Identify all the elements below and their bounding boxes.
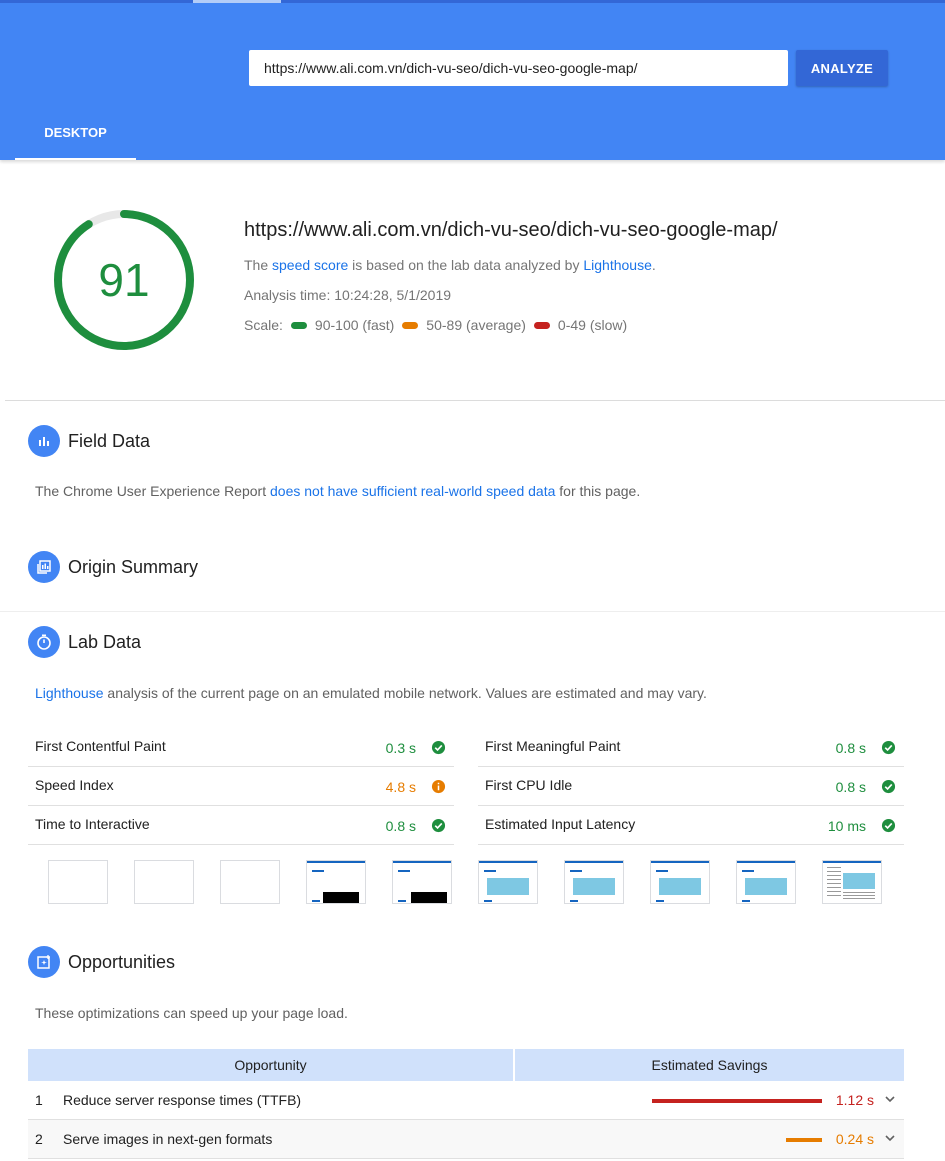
metric-name: Speed Index [35, 777, 114, 793]
filmstrip-frame [220, 860, 280, 904]
lab-data-text: Lighthouse analysis of the current page … [35, 685, 707, 701]
filmstrip-frame [478, 860, 538, 904]
filmstrip-frame [650, 860, 710, 904]
lab-data-title: Lab Data [68, 632, 142, 652]
tab-active-underline [15, 158, 136, 160]
field-data-text: The Chrome User Experience Report does n… [35, 483, 640, 499]
field-data-suffix: for this page. [555, 483, 641, 499]
tab-desktop-label: DESKTOP [44, 125, 107, 140]
metric-name: First Contentful Paint [35, 738, 166, 754]
pass-check-icon [431, 740, 446, 755]
scale-label: Scale: [244, 317, 283, 333]
filmstrip-frame [822, 860, 882, 904]
metric-name: Time to Interactive [35, 816, 150, 832]
opportunities-title: Opportunities [68, 952, 176, 972]
section-divider [5, 400, 945, 401]
tab-desktop[interactable]: DESKTOP [15, 105, 136, 160]
score-desc-prefix: The [244, 257, 273, 273]
scale-average-pill [402, 321, 419, 329]
opportunity-index: 1 [35, 1092, 43, 1108]
scale-fast-label: 90-100 (fast) [314, 317, 395, 333]
savings-bar [786, 1138, 822, 1142]
lighthouse-link[interactable]: Lighthouse [583, 257, 652, 273]
metric-value: 0.8 s [835, 740, 866, 756]
opportunity-rows: 1 Reduce server response times (TTFB) 1.12… [28, 1081, 904, 1159]
score-value: 91 [98, 254, 150, 306]
metric-row: First CPU Idle 0.8 s [478, 767, 904, 806]
opportunity-icon [28, 946, 60, 978]
metric-value: 4.8 s [385, 779, 416, 795]
scale-slow-pill [533, 321, 550, 329]
opportunity-name: Reduce server response times (TTFB) [63, 1092, 302, 1108]
metric-name: First Meaningful Paint [485, 738, 621, 754]
header-bar: ANALYZE DESKTOP [0, 0, 945, 160]
metric-value: 10 ms [827, 818, 866, 834]
opportunities-text: These optimizations can speed up your pa… [35, 1005, 348, 1021]
stopwatch-icon [28, 626, 60, 658]
table-header: Opportunity Estimated Savings [28, 1049, 904, 1081]
analyze-button[interactable]: ANALYZE [796, 50, 888, 86]
metric-row: First Contentful Paint 0.3 s [28, 728, 454, 767]
section-divider-light [0, 611, 945, 612]
opportunity-name: Serve images in next-gen formats [63, 1131, 273, 1147]
url-input[interactable] [249, 50, 788, 86]
chevron-down-icon[interactable] [884, 1132, 896, 1144]
pass-check-icon [881, 779, 896, 794]
collection-icon [28, 551, 60, 583]
scale-slow-label: 0-49 (slow) [557, 317, 628, 333]
metrics-right-column: First Meaningful Paint 0.8 s First CPU Idl… [478, 728, 904, 845]
info-warning-icon [431, 779, 446, 794]
filmstrip-frame [392, 860, 452, 904]
analysis-time: Analysis time: 10:24:28, 5/1/2019 [244, 287, 452, 303]
analyzed-url: https://www.ali.com.vn/dich-vu-seo/dich-… [244, 219, 778, 241]
filmstrip-frame [134, 860, 194, 904]
score-description: The speed score is based on the lab data… [244, 257, 656, 273]
pass-check-icon [881, 740, 896, 755]
metric-row: First Meaningful Paint 0.8 s [478, 728, 904, 767]
origin-summary-title[interactable]: Origin Summary [68, 557, 198, 578]
scale-average-label: 50-89 (average) [426, 317, 526, 333]
metric-row: Estimated Input Latency 10 ms [478, 806, 904, 845]
real-world-data-link[interactable]: does not have sufficient real-world spee… [270, 483, 555, 499]
opportunity-row[interactable]: 2 Serve images in next-gen formats 0.24 s [28, 1120, 904, 1159]
metric-name: First CPU Idle [485, 777, 573, 793]
metric-row: Speed Index 4.8 s [28, 767, 454, 806]
metric-name: Estimated Input Latency [485, 816, 636, 832]
field-data-title: Field Data [68, 431, 151, 451]
opportunities-table: Opportunity Estimated Savings 1 Reduce se… [28, 1049, 904, 1159]
metric-row: Time to Interactive 0.8 s [28, 806, 454, 845]
score-scale: Scale: 90-100 (fast) 50-89 (average) 0-4… [244, 317, 627, 333]
header-top-line [0, 0, 945, 3]
chevron-down-icon[interactable] [884, 1093, 896, 1105]
savings-bar [652, 1099, 822, 1103]
header-top-tab-indicator [193, 0, 281, 3]
filmstrip-frame [736, 860, 796, 904]
pass-check-icon [881, 818, 896, 833]
scale-fast-pill [290, 321, 307, 329]
pass-check-icon [431, 818, 446, 833]
filmstrip-frame [306, 860, 366, 904]
lab-lighthouse-link[interactable]: Lighthouse [35, 685, 104, 701]
metric-value: 0.3 s [385, 740, 416, 756]
lab-data-description: analysis of the current page on an emula… [103, 685, 707, 701]
metric-value: 0.8 s [385, 818, 416, 834]
bar-chart-icon [28, 425, 60, 457]
field-data-prefix: The Chrome User Experience Report [35, 483, 270, 499]
opportunity-index: 2 [35, 1131, 43, 1147]
speed-score-link[interactable]: speed score [272, 257, 348, 273]
savings-value: 1.12 s [835, 1092, 874, 1108]
metric-value: 0.8 s [835, 779, 866, 795]
savings-value: 0.24 s [835, 1131, 874, 1147]
score-desc-suffix: . [651, 257, 656, 273]
filmstrip-frame [564, 860, 624, 904]
column-header-savings: Estimated Savings [515, 1049, 904, 1081]
filmstrip-frame [48, 860, 108, 904]
score-desc-middle: is based on the lab data analyzed by [348, 257, 584, 273]
opportunity-row[interactable]: 1 Reduce server response times (TTFB) 1.12… [28, 1081, 904, 1120]
column-header-opportunity: Opportunity [28, 1049, 513, 1081]
metrics-left-column: First Contentful Paint 0.3 s Speed Index 4.… [28, 728, 454, 845]
